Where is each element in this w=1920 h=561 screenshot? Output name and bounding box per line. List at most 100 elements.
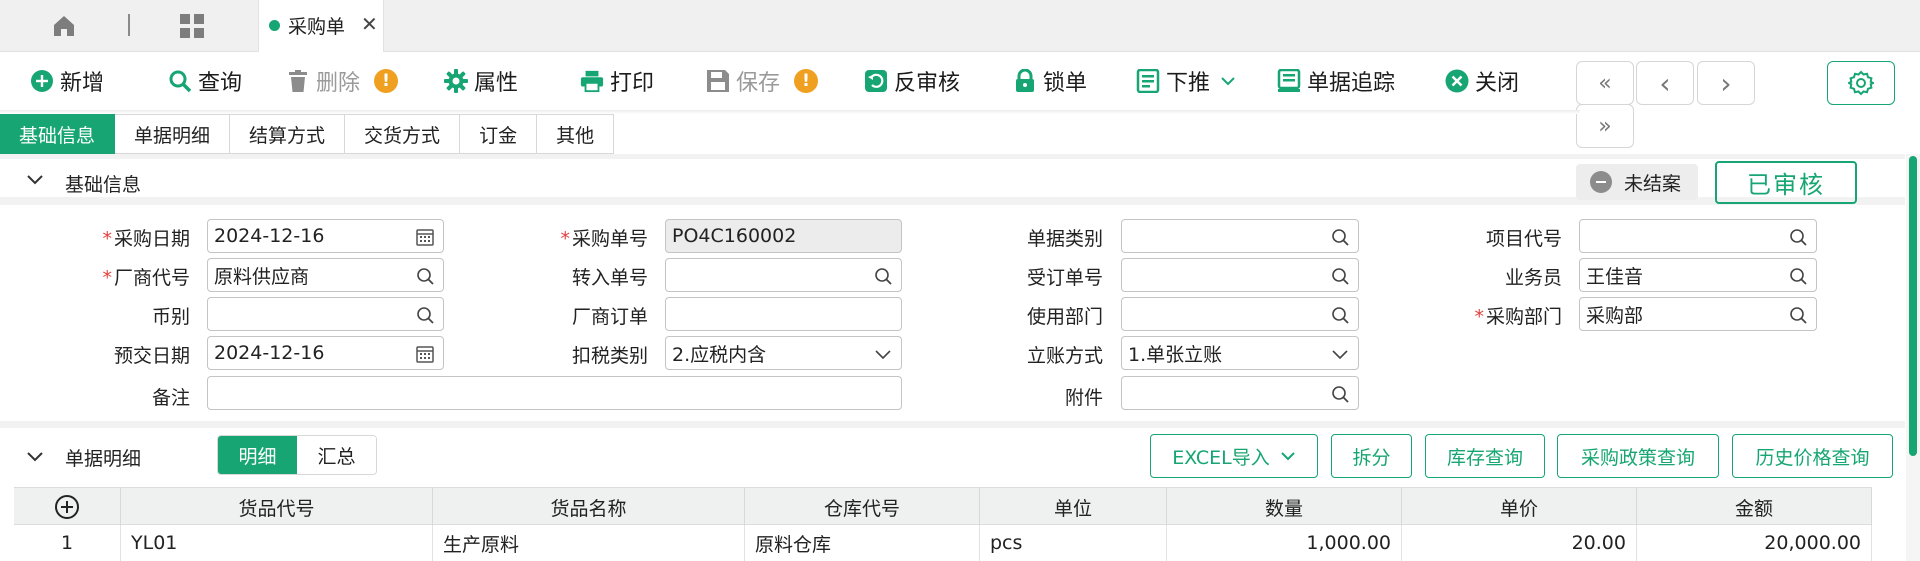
prev-record-button[interactable]: ‹ xyxy=(1636,61,1694,105)
column-header[interactable]: 货品代号 xyxy=(121,488,433,526)
search-icon[interactable] xyxy=(415,266,435,286)
column-header[interactable]: 单价 xyxy=(1402,488,1637,526)
excel-import-label: EXCEL导入 xyxy=(1172,446,1270,469)
transfer-no-label: 转入单号 xyxy=(571,267,648,289)
top-tab-bar: 采购单 ✕ xyxy=(0,0,1920,52)
scrollbar-thumb[interactable] xyxy=(1909,156,1917,456)
column-header[interactable]: 货品名称 xyxy=(433,488,745,526)
close-button[interactable]: 关闭 xyxy=(1445,66,1519,96)
settings-button[interactable] xyxy=(1827,61,1895,105)
home-icon[interactable] xyxy=(50,12,78,40)
table-row[interactable]: 1 YL01 生产原料 原料仓库 pcs 1,000.00 20.00 20,0… xyxy=(14,525,1872,561)
search-icon[interactable] xyxy=(1330,227,1350,247)
tax-type-select[interactable]: 2.应税内含 xyxy=(665,336,902,370)
search-icon[interactable] xyxy=(1788,266,1808,286)
first-record-button[interactable]: « xyxy=(1576,61,1634,105)
vendor-order-field[interactable] xyxy=(665,297,902,331)
currency-field[interactable] xyxy=(207,297,444,331)
next-record-button[interactable]: › xyxy=(1697,61,1755,105)
push-down-button[interactable]: 下推 xyxy=(1136,66,1240,96)
search-icon[interactable] xyxy=(1788,305,1808,325)
price-history-button[interactable]: 历史价格查询 xyxy=(1732,434,1893,478)
grid-menu-icon[interactable] xyxy=(178,12,206,40)
active-dot-icon xyxy=(269,20,280,31)
collapse-chevron-icon[interactable] xyxy=(24,449,46,471)
row-number: 1 xyxy=(14,525,121,561)
order-no-field: PO4C160002 xyxy=(665,219,902,253)
amount-cell[interactable]: 20,000.00 xyxy=(1637,525,1872,561)
tab-delivery[interactable]: 交货方式 xyxy=(345,114,461,154)
search-icon[interactable] xyxy=(1788,227,1808,247)
warehouse-cell[interactable]: 原料仓库 xyxy=(745,525,980,561)
attachment-field[interactable] xyxy=(1121,376,1359,410)
calendar-icon[interactable] xyxy=(415,344,435,364)
search-icon[interactable] xyxy=(415,305,435,325)
item-code-cell[interactable]: YL01 xyxy=(121,525,433,561)
account-method-select[interactable]: 1.单张立账 xyxy=(1121,336,1359,370)
print-button[interactable]: 打印 xyxy=(580,66,654,96)
add-button[interactable]: 新增 xyxy=(30,66,104,96)
vendor-code-field[interactable]: 原料供应商 xyxy=(207,258,444,292)
trace-button[interactable]: 单据追踪 xyxy=(1277,66,1395,96)
item-name-cell[interactable]: 生产原料 xyxy=(433,525,745,561)
search-icon[interactable] xyxy=(1330,384,1350,404)
tab-purchase-order[interactable]: 采购单 ✕ xyxy=(258,0,384,52)
column-header[interactable]: 单位 xyxy=(980,488,1167,526)
project-code-field[interactable] xyxy=(1579,219,1817,253)
collapse-chevron-icon[interactable] xyxy=(24,172,46,194)
remark-field[interactable] xyxy=(207,376,902,410)
next-icon: › xyxy=(1720,66,1732,100)
tab-basic-info[interactable]: 基础信息 xyxy=(0,114,116,154)
close-tab-icon[interactable]: ✕ xyxy=(361,12,378,36)
first-icon: « xyxy=(1598,70,1612,96)
salesman-field[interactable]: 王佳音 xyxy=(1579,258,1817,292)
tab-other[interactable]: 其他 xyxy=(537,114,615,154)
trash-icon xyxy=(286,69,310,93)
purchase-dept-field[interactable]: 采购部 xyxy=(1579,297,1817,331)
stock-query-button[interactable]: 库存查询 xyxy=(1425,434,1545,478)
tab-title: 采购单 xyxy=(288,16,346,38)
lock-button[interactable]: 锁单 xyxy=(1013,66,1087,96)
delivery-date-label: 预交日期 xyxy=(113,345,190,367)
use-dept-field[interactable] xyxy=(1121,297,1359,331)
transfer-no-field[interactable] xyxy=(665,258,902,292)
currency-label: 币别 xyxy=(151,306,190,328)
column-header[interactable]: 仓库代号 xyxy=(745,488,980,526)
query-button[interactable]: 查询 xyxy=(168,66,242,96)
tab-settlement[interactable]: 结算方式 xyxy=(230,114,346,154)
warning-icon[interactable]: ! xyxy=(794,69,819,93)
sub-order-field[interactable] xyxy=(1121,258,1359,292)
quantity-cell[interactable]: 1,000.00 xyxy=(1167,525,1402,561)
sub-order-label: 受订单号 xyxy=(1026,267,1103,289)
column-header[interactable]: 金额 xyxy=(1637,488,1872,526)
excel-import-button[interactable]: EXCEL导入 xyxy=(1150,434,1318,478)
tab-document-detail[interactable]: 单据明细 xyxy=(115,114,231,154)
policy-query-button[interactable]: 采购政策查询 xyxy=(1557,434,1719,478)
search-icon[interactable] xyxy=(873,266,893,286)
tab-deposit[interactable]: 订金 xyxy=(460,114,538,154)
properties-button[interactable]: 属性 xyxy=(444,66,518,96)
warning-icon[interactable]: ! xyxy=(374,69,399,93)
split-button[interactable]: 拆分 xyxy=(1331,434,1412,478)
add-label: 新增 xyxy=(60,71,105,96)
doc-type-field[interactable] xyxy=(1121,219,1359,253)
column-header[interactable]: 数量 xyxy=(1167,488,1402,526)
calendar-icon[interactable] xyxy=(415,227,435,247)
minus-circle-icon xyxy=(1590,171,1612,193)
save-button[interactable]: 保存 ! xyxy=(706,66,819,96)
price-cell[interactable]: 20.00 xyxy=(1402,525,1637,561)
save-label: 保存 xyxy=(736,71,781,96)
search-icon[interactable] xyxy=(1330,266,1350,286)
add-row-icon[interactable] xyxy=(54,494,80,520)
last-record-button[interactable]: » xyxy=(1576,104,1634,148)
delivery-date-field[interactable]: 2024-12-16 xyxy=(207,336,444,370)
search-icon[interactable] xyxy=(1330,305,1350,325)
unit-cell[interactable]: pcs xyxy=(980,525,1167,561)
tab-detail[interactable]: 明细 xyxy=(218,436,297,474)
status-text: 未结案 xyxy=(1624,172,1682,195)
delete-button[interactable]: 删除 ! xyxy=(286,66,399,96)
unaudit-button[interactable]: 反审核 xyxy=(864,66,960,96)
purchase-date-field[interactable]: 2024-12-16 xyxy=(207,219,444,253)
vertical-scrollbar[interactable] xyxy=(1906,154,1920,561)
tab-summary[interactable]: 汇总 xyxy=(297,436,376,474)
